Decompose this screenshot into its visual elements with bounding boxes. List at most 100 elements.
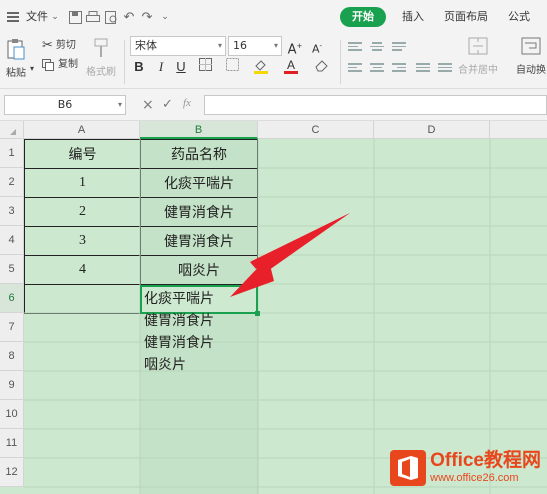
fill-handle[interactable]	[255, 311, 260, 316]
align-bottom-icon[interactable]	[392, 40, 406, 52]
cut-button[interactable]: ✂ 剪切	[42, 38, 76, 53]
bold-icon[interactable]: B	[130, 58, 148, 76]
formula-input[interactable]	[204, 95, 547, 115]
chevron-down-icon[interactable]: ⌄	[50, 8, 60, 26]
copy-button[interactable]: 复制	[42, 58, 78, 72]
tab-insert[interactable]: 插入	[392, 0, 434, 34]
font-name-select[interactable]: 宋体 ▾	[130, 36, 226, 56]
align-right-icon[interactable]	[392, 61, 406, 73]
tab-page-layout[interactable]: 页面布局	[434, 0, 498, 34]
row-header-12[interactable]: 12	[0, 458, 24, 487]
row-header-9[interactable]: 9	[0, 371, 24, 400]
column-header-e[interactable]	[490, 121, 547, 139]
b6-line: 健胃消食片	[144, 335, 214, 351]
format-painter-button[interactable]: 格式刷	[86, 38, 116, 78]
confirm-icon[interactable]: ✓	[162, 97, 173, 112]
table-cell-number[interactable]: 3	[24, 226, 141, 256]
name-box[interactable]: B6 ▾	[4, 95, 126, 115]
ribbon-divider	[340, 40, 341, 84]
b6-line: 化痰平喘片	[144, 291, 214, 307]
table-cell-number[interactable]: 4	[24, 255, 141, 285]
column-header-d[interactable]: D	[374, 121, 490, 139]
align-middle-icon[interactable]	[370, 40, 384, 52]
paste-dropdown-icon[interactable]: ▾	[30, 64, 34, 73]
formula-bar: B6 ▾ × ✓ fx	[0, 89, 547, 121]
distributed-icon[interactable]	[438, 61, 452, 73]
undo-icon[interactable]: ↶	[120, 8, 138, 26]
tab-home[interactable]: 开始	[340, 7, 386, 27]
row-header-11[interactable]: 11	[0, 429, 24, 458]
select-all-corner[interactable]	[0, 121, 24, 139]
chevron-down-icon: ▾	[273, 41, 278, 50]
font-size-select[interactable]: 16 ▾	[228, 36, 282, 56]
customize-chevron-icon[interactable]: ⌄	[156, 8, 174, 26]
b6-line: 健胃消食片	[144, 313, 214, 329]
copy-label: 复制	[58, 59, 78, 70]
row-header-3[interactable]: 3	[0, 197, 24, 226]
row-header-1[interactable]: 1	[0, 139, 24, 168]
cell-a6[interactable]	[24, 284, 141, 314]
row-header-2[interactable]: 2	[0, 168, 24, 197]
row-header-8[interactable]: 8	[0, 342, 24, 371]
paste-button[interactable]: 粘贴	[6, 38, 26, 79]
office-logo-icon	[390, 450, 427, 486]
column-header-a[interactable]: A	[24, 121, 140, 139]
watermark: Office教程网 www.office26.com	[390, 450, 541, 486]
merge-center-button[interactable]: 合并居中	[458, 37, 498, 76]
clear-icon[interactable]	[312, 58, 330, 76]
align-top-icon[interactable]	[348, 40, 362, 52]
increase-font-icon[interactable]: A+	[286, 37, 304, 57]
fx-icon[interactable]: fx	[183, 97, 191, 109]
b6-line: 咽炎片	[144, 357, 186, 373]
border-icon[interactable]	[196, 58, 214, 76]
align-left-icon[interactable]	[348, 61, 362, 73]
file-menu[interactable]: 文件	[22, 0, 50, 34]
cancel-icon[interactable]: ×	[142, 97, 154, 113]
print-icon[interactable]	[84, 8, 102, 26]
row-header-10[interactable]: 10	[0, 400, 24, 429]
italic-icon[interactable]: I	[152, 58, 170, 76]
print-preview-icon[interactable]	[102, 8, 120, 26]
wrap-text-button[interactable]: 自动换	[516, 37, 546, 76]
table-cell-drug-name[interactable]: 化痰平喘片	[140, 168, 258, 198]
spreadsheet-grid: A B C D 编号 药品名称 1 化痰平喘片 2 健胃消食片 3 健胃消食片 …	[0, 121, 547, 494]
wrap-text-label: 自动换	[516, 65, 546, 76]
table-cell-number[interactable]: 1	[24, 168, 141, 198]
table-cell-drug-name[interactable]: 健胃消食片	[140, 226, 258, 256]
copy-icon	[42, 59, 54, 71]
ribbon-toolbar: 粘贴 ▾ ✂ 剪切 复制 格式刷 宋体 ▾ 16 ▾ A+ A- B I U A	[0, 34, 547, 89]
table-cell-drug-name[interactable]: 健胃消食片	[140, 197, 258, 227]
row-header-5[interactable]: 5	[0, 255, 24, 284]
save-icon[interactable]	[66, 8, 84, 26]
format-painter-icon	[94, 38, 108, 57]
watermark-url: www.office26.com	[430, 472, 519, 484]
row-header-6[interactable]: 6	[0, 284, 24, 313]
row-header-7[interactable]: 7	[0, 313, 24, 342]
paste-icon	[7, 39, 25, 60]
redo-icon[interactable]: ↷	[138, 8, 156, 26]
column-header-b[interactable]: B	[140, 121, 258, 139]
justify-icon[interactable]	[416, 61, 430, 73]
underline-icon[interactable]: U	[172, 58, 190, 76]
font-color-icon[interactable]: A	[282, 58, 300, 76]
table-cell-number[interactable]: 2	[24, 197, 141, 227]
cell-style-icon[interactable]	[224, 58, 242, 76]
decrease-font-icon[interactable]: A-	[308, 37, 326, 56]
merge-center-label: 合并居中	[458, 65, 498, 76]
b6-multiline-text: 化痰平喘片 健胃消食片 健胃消食片 咽炎片	[144, 288, 214, 376]
tab-formulas[interactable]: 公式	[498, 0, 540, 34]
font-size-value: 16	[233, 39, 247, 52]
font-name-value: 宋体	[135, 39, 157, 52]
header-cell-drug-name[interactable]: 药品名称	[140, 139, 258, 169]
fill-color-icon[interactable]	[252, 58, 270, 76]
row-header-4[interactable]: 4	[0, 226, 24, 255]
scissors-icon: ✂	[42, 38, 53, 53]
header-cell-number[interactable]: 编号	[24, 139, 141, 169]
table-cell-drug-name[interactable]: 咽炎片	[140, 255, 258, 285]
column-header-c[interactable]: C	[258, 121, 374, 139]
menu-icon[interactable]	[4, 8, 22, 26]
menu-bar: 文件 ⌄ ↶ ↷ ⌄ 开始 插入 页面布局 公式	[0, 0, 547, 34]
chevron-down-icon: ▾	[117, 100, 122, 109]
align-center-icon[interactable]	[370, 61, 384, 73]
merge-icon	[468, 37, 488, 55]
